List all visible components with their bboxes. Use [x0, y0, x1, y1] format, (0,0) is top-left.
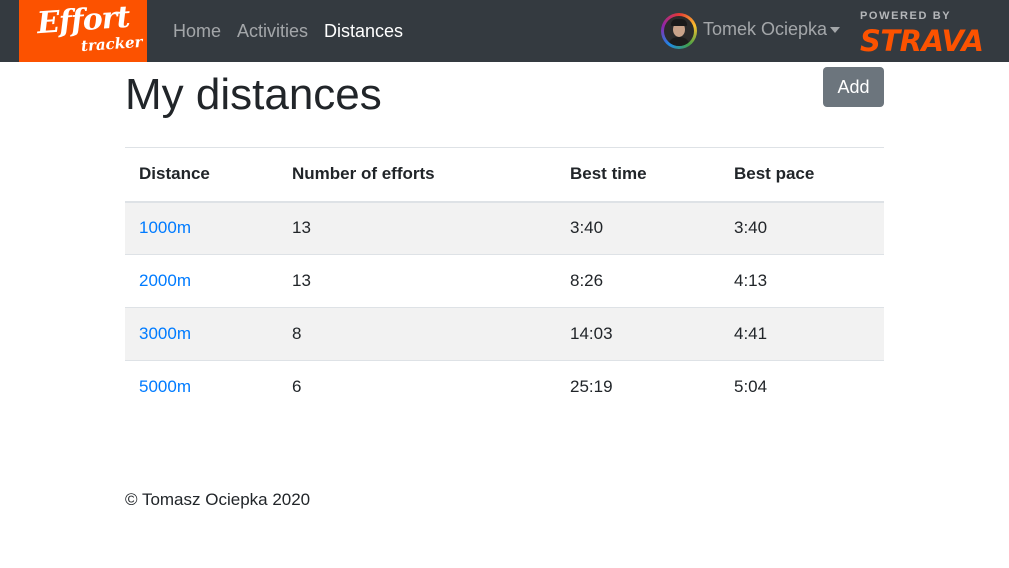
distance-cell: 1000m	[125, 201, 278, 255]
powered-by-label: POWERED BY	[860, 10, 952, 22]
table-row: 1000m 13 3:40 3:40	[125, 201, 884, 255]
best-pace-cell: 3:40	[720, 201, 884, 255]
page-title: My distances	[125, 70, 382, 119]
logo-sub-text: tracker	[80, 32, 144, 56]
distance-link[interactable]: 1000m	[139, 218, 191, 237]
best-time-cell: 8:26	[556, 254, 720, 308]
powered-by-strava-logo: POWERED BY STRAVA	[860, 8, 985, 58]
add-button[interactable]: Add	[823, 67, 884, 107]
navbar: Effort tracker Home Activities Distances…	[0, 0, 1009, 62]
best-pace-cell: 4:41	[720, 307, 884, 361]
effort-tracker-logo[interactable]: Effort tracker	[19, 0, 147, 62]
table-row: 2000m 13 8:26 4:13	[125, 254, 884, 308]
efforts-cell: 13	[278, 201, 556, 255]
distance-cell: 3000m	[125, 307, 278, 361]
efforts-cell: 13	[278, 254, 556, 308]
table-row: 5000m 6 25:19 5:04	[125, 360, 884, 414]
distance-link[interactable]: 2000m	[139, 271, 191, 290]
distances-table: Distance Number of efforts Best time Bes…	[125, 147, 884, 414]
table-row: 3000m 8 14:03 4:41	[125, 307, 884, 361]
best-time-cell: 14:03	[556, 307, 720, 361]
best-pace-cell: 4:13	[720, 254, 884, 308]
strava-wordmark: STRAVA	[860, 24, 984, 58]
nav-home-link[interactable]: Home	[173, 21, 221, 42]
caret-down-icon	[830, 27, 840, 33]
column-header-distance: Distance	[125, 147, 278, 203]
best-time-cell: 3:40	[556, 201, 720, 255]
best-pace-cell: 5:04	[720, 360, 884, 414]
footer-copyright: © Tomasz Ociepka 2020	[125, 490, 311, 509]
distance-link[interactable]: 3000m	[139, 324, 191, 343]
distance-cell: 2000m	[125, 254, 278, 308]
table-header-row: Distance Number of efforts Best time Bes…	[125, 147, 884, 203]
distance-cell: 5000m	[125, 360, 278, 414]
best-time-cell: 25:19	[556, 360, 720, 414]
efforts-cell: 6	[278, 360, 556, 414]
column-header-best-time: Best time	[556, 147, 720, 203]
avatar	[661, 13, 697, 49]
distance-link[interactable]: 5000m	[139, 377, 191, 396]
user-name: Tomek Ociepka	[703, 19, 828, 39]
column-header-best-pace: Best pace	[720, 147, 884, 203]
column-header-number-of-efforts: Number of efforts	[278, 147, 556, 203]
nav-activities-link[interactable]: Activities	[237, 21, 308, 42]
nav-distances-link[interactable]: Distances	[324, 21, 403, 42]
efforts-cell: 8	[278, 307, 556, 361]
